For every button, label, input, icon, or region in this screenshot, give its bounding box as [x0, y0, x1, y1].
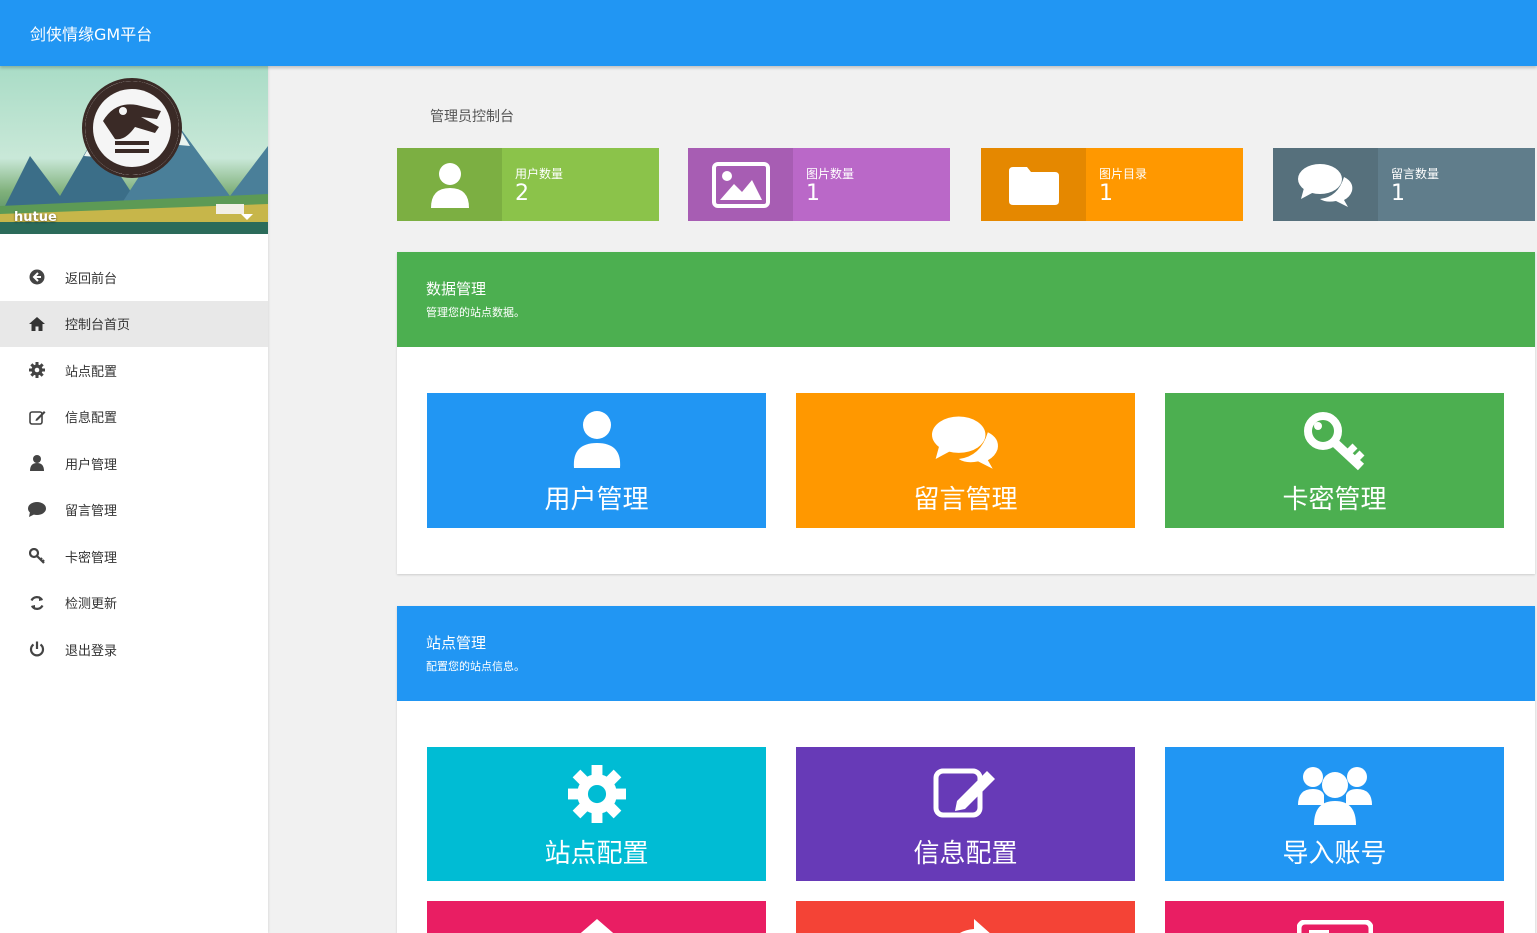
- sidebar-item-label: 控制台首页: [65, 318, 131, 334]
- stat-card-images[interactable]: 图片数量 1: [688, 148, 950, 221]
- users-icon: [1165, 761, 1504, 825]
- page-title: 管理员控制台: [430, 109, 514, 125]
- edit-icon: [796, 765, 1135, 819]
- stat-label: 图片数量: [806, 167, 855, 181]
- panel-subtitle: 配置您的站点信息。: [426, 660, 525, 673]
- user-icon: [397, 148, 502, 221]
- message-management-tile[interactable]: 留言管理: [796, 393, 1135, 528]
- comments-icon: [796, 415, 1135, 469]
- sidebar-item-label: 站点配置: [65, 364, 118, 380]
- sidebar-item-label: 检测更新: [65, 597, 118, 613]
- sidebar-item-logout[interactable]: 退出登录: [0, 626, 268, 673]
- home-icon: [427, 919, 766, 933]
- user-management-tile[interactable]: 用户管理: [427, 393, 766, 528]
- avatar[interactable]: [82, 78, 182, 178]
- site-tile[interactable]: [427, 901, 766, 933]
- username[interactable]: hutue: [14, 210, 57, 225]
- tile-label: 卡密管理: [1282, 485, 1387, 515]
- panel-header: 数据管理 管理您的站点数据。: [397, 252, 1535, 347]
- sidebar-item-label: 用户管理: [65, 457, 118, 473]
- share-icon: [796, 913, 1135, 933]
- card-icon: [1165, 920, 1504, 933]
- app-title[interactable]: 剑侠情缘GM平台: [30, 21, 152, 45]
- sidebar-item-site-config[interactable]: 站点配置: [0, 347, 268, 394]
- key-icon: [1165, 411, 1504, 471]
- site-tile[interactable]: [1165, 901, 1504, 933]
- refresh-icon: [28, 594, 46, 612]
- sidebar-item-back-to-front[interactable]: 返回前台: [0, 254, 268, 301]
- tile-label: 导入账号: [1282, 839, 1387, 869]
- user-icon: [28, 454, 46, 472]
- site-tile[interactable]: [796, 901, 1135, 933]
- stat-card-messages[interactable]: 留言数量 1: [1273, 148, 1535, 221]
- profile-banner: hutue: [0, 66, 268, 234]
- stat-label: 留言数量: [1391, 167, 1440, 181]
- sidebar-item-card-management[interactable]: 卡密管理: [0, 533, 268, 580]
- card-management-tile[interactable]: 卡密管理: [1165, 393, 1504, 528]
- stat-label: 图片目录: [1099, 167, 1148, 181]
- top-bar: 剑侠情缘GM平台: [0, 0, 1537, 66]
- stat-value: 2: [515, 181, 529, 206]
- stat-value: 1: [1099, 181, 1113, 206]
- sidebar-item-label: 信息配置: [65, 411, 118, 427]
- user-icon: [427, 411, 766, 468]
- stat-card-image-folders[interactable]: 图片目录 1: [981, 148, 1243, 221]
- key-icon: [28, 547, 46, 565]
- folder-icon: [981, 148, 1086, 221]
- tile-label: 用户管理: [544, 485, 649, 515]
- stat-value: 1: [1391, 181, 1405, 206]
- chevron-down-icon[interactable]: [241, 214, 253, 220]
- sidebar-item-info-config[interactable]: 信息配置: [0, 394, 268, 441]
- sidebar-item-label: 返回前台: [65, 271, 118, 287]
- crocodile-logo-icon: [85, 81, 179, 175]
- sidebar-item-user-management[interactable]: 用户管理: [0, 440, 268, 487]
- panel-title: 站点管理: [426, 634, 487, 652]
- sidebar-item-check-update[interactable]: 检测更新: [0, 580, 268, 627]
- info-config-tile[interactable]: 信息配置: [796, 747, 1135, 881]
- sidebar-item-label: 卡密管理: [65, 550, 118, 566]
- stat-label: 用户数量: [515, 167, 564, 181]
- tile-label: 留言管理: [913, 485, 1018, 515]
- stat-card-users[interactable]: 用户数量 2: [397, 148, 659, 221]
- stat-value: 1: [806, 181, 820, 206]
- gear-icon: [28, 361, 46, 379]
- image-icon: [688, 148, 793, 221]
- data-management-panel: 数据管理 管理您的站点数据。 用户管理 留言管理 卡密管理: [397, 252, 1535, 574]
- sidebar-item-message-management[interactable]: 留言管理: [0, 487, 268, 534]
- sidebar-item-dashboard[interactable]: 控制台首页: [0, 300, 268, 347]
- sidebar-item-label: 退出登录: [65, 643, 118, 659]
- comment-icon: [28, 501, 46, 519]
- sidebar-item-label: 留言管理: [65, 504, 118, 520]
- panel-title: 数据管理: [426, 280, 487, 298]
- sidebar-menu: 返回前台 控制台首页 站点配置 信息配置 用户管理 留言管理 卡密管理 检测更新…: [0, 254, 268, 673]
- tile-label: 信息配置: [913, 839, 1018, 869]
- arrow-circle-left-icon: [28, 268, 46, 286]
- gear-icon: [427, 765, 766, 823]
- tile-label: 站点配置: [544, 839, 649, 869]
- home-icon: [28, 315, 46, 333]
- site-config-tile[interactable]: 站点配置: [427, 747, 766, 881]
- edit-icon: [28, 408, 46, 426]
- site-management-panel: 站点管理 配置您的站点信息。 站点配置 信息配置 导入账号: [397, 606, 1535, 933]
- panel-header: 站点管理 配置您的站点信息。: [397, 606, 1535, 701]
- comments-icon: [1273, 148, 1378, 221]
- import-account-tile[interactable]: 导入账号: [1165, 747, 1504, 881]
- sidebar: hutue 返回前台 控制台首页 站点配置 信息配置 用户管理 留言管理 卡密管…: [0, 66, 268, 933]
- panel-subtitle: 管理您的站点数据。: [426, 306, 525, 319]
- power-icon: [28, 640, 46, 658]
